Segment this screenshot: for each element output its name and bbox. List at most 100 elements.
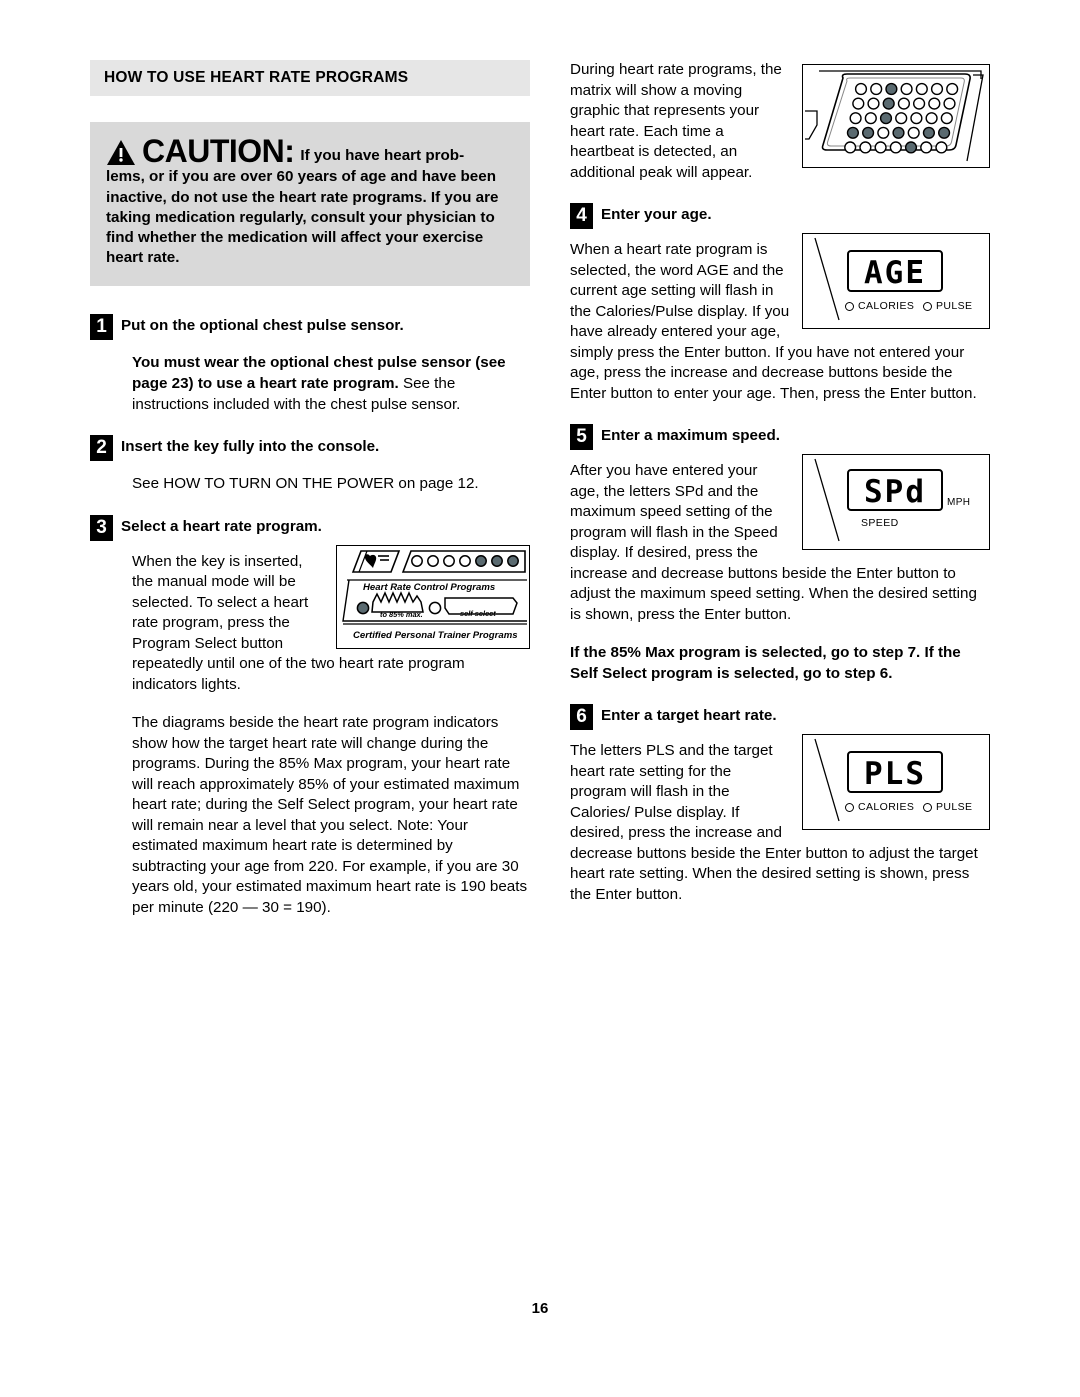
step-number: 3 (90, 514, 113, 541)
step-title: Enter a target heart rate. (601, 707, 777, 725)
speed-unit: MPH (947, 497, 971, 509)
step-number: 5 (570, 424, 593, 451)
matrix-dot (920, 141, 933, 154)
console-program-panel-figure: Heart Rate Control Programs to 85% max. … (336, 544, 530, 649)
matrix-dot (915, 82, 928, 96)
warning-triangle-icon (107, 140, 135, 166)
pulse-display-figure: PLS CALORIES PULSE (802, 734, 990, 831)
step-number: 4 (570, 203, 593, 230)
matrix-dot (904, 141, 918, 154)
matrix-dot (912, 97, 926, 110)
step-title: Select a heart rate program. (121, 517, 322, 535)
label-self-select: self select (460, 608, 496, 618)
step-4: 4 Enter your age. (570, 203, 990, 230)
dot-matrix-figure (802, 64, 990, 168)
matrix-dot (874, 141, 887, 154)
pulse-indicator-light (923, 301, 932, 311)
matrix-dot (935, 141, 948, 154)
age-display-figure: AGE CALORIES PULSE (802, 233, 990, 330)
matrix-dot (930, 82, 944, 96)
step-5-content: SPd MPH SPEED After you have entered you… (570, 450, 990, 625)
step-2: 2 Insert the key fully into the console. (90, 435, 530, 462)
calories-label: CALORIES (858, 300, 915, 313)
step-3: 3 Select a heart rate program. (90, 514, 530, 541)
matrix-dot (864, 112, 877, 125)
matrix-dot (854, 82, 868, 96)
calories-indicator: CALORIES (845, 300, 914, 312)
pulse-label: PULSE (936, 801, 973, 814)
right-column: During heart rate programs, the matrix w… (570, 60, 990, 906)
calories-label: CALORIES (858, 801, 915, 814)
matrix-dot (885, 82, 898, 96)
matrix-dot (943, 97, 956, 110)
pulse-lcd-panel: PLS CALORIES PULSE (802, 734, 990, 831)
matrix-dot (938, 126, 951, 139)
matrix-dot (849, 112, 862, 125)
speed-label: SPEED (861, 517, 899, 530)
left-column: HOW TO USE HEART RATE PROGRAMS CAUTION: … (90, 60, 530, 918)
matrix-dot (907, 126, 920, 139)
console-title: Heart Rate Control Programs (363, 581, 496, 593)
pulse-label: PULSE (936, 300, 973, 313)
matrix-dot (877, 126, 890, 139)
age-lcd-panel: AGE CALORIES PULSE (802, 233, 990, 330)
matrix-dot (889, 141, 902, 154)
matrix-dot (940, 112, 953, 125)
step-1-body: You must wear the optional chest pulse s… (132, 353, 530, 415)
matrix-dot (928, 97, 941, 110)
matrix-dot (867, 97, 880, 110)
matrix-dot (946, 82, 959, 96)
caution-first-line: If you have heart prob- (300, 147, 465, 165)
caution-text: lems, or if you are over 60 years of age… (106, 168, 499, 267)
step-5: 5 Enter a maximum speed. (570, 424, 990, 451)
step-5-note: If the 85% Max program is selected, go t… (570, 644, 961, 682)
manual-page: HOW TO USE HEART RATE PROGRAMS CAUTION: … (0, 0, 1080, 1397)
console-outline: Heart Rate Control Programs to 85% max. … (336, 544, 530, 649)
speed-value: SPd (847, 469, 943, 512)
speed-display-figure: SPd MPH SPEED (802, 454, 990, 551)
step-title: Enter your age. (601, 206, 712, 224)
right-intro-block: During heart rate programs, the matrix w… (570, 60, 990, 183)
step-6-content: PLS CALORIES PULSE The letters PLS and t… (570, 730, 990, 905)
step-3-body-2: The diagrams beside the heart rate progr… (132, 714, 528, 916)
matrix-drawing (805, 70, 984, 162)
calories-indicator-light (845, 301, 854, 311)
matrix-dot (922, 126, 936, 139)
matrix-dot (879, 112, 893, 125)
matrix-dot (846, 126, 860, 139)
matrix-dot (844, 141, 857, 154)
matrix-dot (925, 112, 938, 125)
caution-box: CAUTION: If you have heart prob- lems, o… (90, 122, 530, 287)
step-title: Enter a maximum speed. (601, 427, 780, 445)
calories-indicator-light (845, 802, 854, 812)
pulse-indicator-light (923, 802, 932, 812)
step-1: 1 Put on the optional chest pulse sensor… (90, 314, 530, 341)
step-number: 1 (90, 314, 113, 341)
matrix-dot (882, 97, 895, 110)
step-3-content: Heart Rate Control Programs to 85% max. … (90, 541, 530, 696)
step-number: 6 (570, 704, 593, 731)
matrix-dot (895, 112, 908, 125)
step-4-content: AGE CALORIES PULSE When a heart rate pro… (570, 229, 990, 404)
matrix-dot (852, 97, 865, 110)
step-number: 2 (90, 435, 113, 462)
matrix-panel (802, 64, 990, 168)
speed-lcd-panel: SPd MPH SPEED (802, 454, 990, 551)
step-6: 6 Enter a target heart rate. (570, 704, 990, 731)
step-title: Put on the optional chest pulse sensor. (121, 317, 404, 335)
caution-word: CAUTION: (142, 133, 295, 169)
console-footer: Certified Personal Trainer Programs (353, 629, 518, 641)
calories-indicator: CALORIES (845, 801, 914, 813)
matrix-dot (910, 112, 923, 125)
matrix-dot (897, 97, 911, 110)
matrix-dot (900, 82, 913, 96)
indicator-self-select (428, 601, 442, 614)
step-title: Insert the key fully into the console. (121, 438, 380, 456)
indicator-85-max (356, 601, 370, 614)
section-header: HOW TO USE HEART RATE PROGRAMS (90, 60, 530, 96)
step-2-body: See HOW TO TURN ON THE POWER on page 12. (132, 475, 479, 493)
pulse-indicator: PULSE (923, 300, 972, 312)
matrix-dot (892, 126, 905, 139)
pulse-indicator: PULSE (923, 801, 972, 813)
pulse-value: PLS (847, 751, 943, 794)
